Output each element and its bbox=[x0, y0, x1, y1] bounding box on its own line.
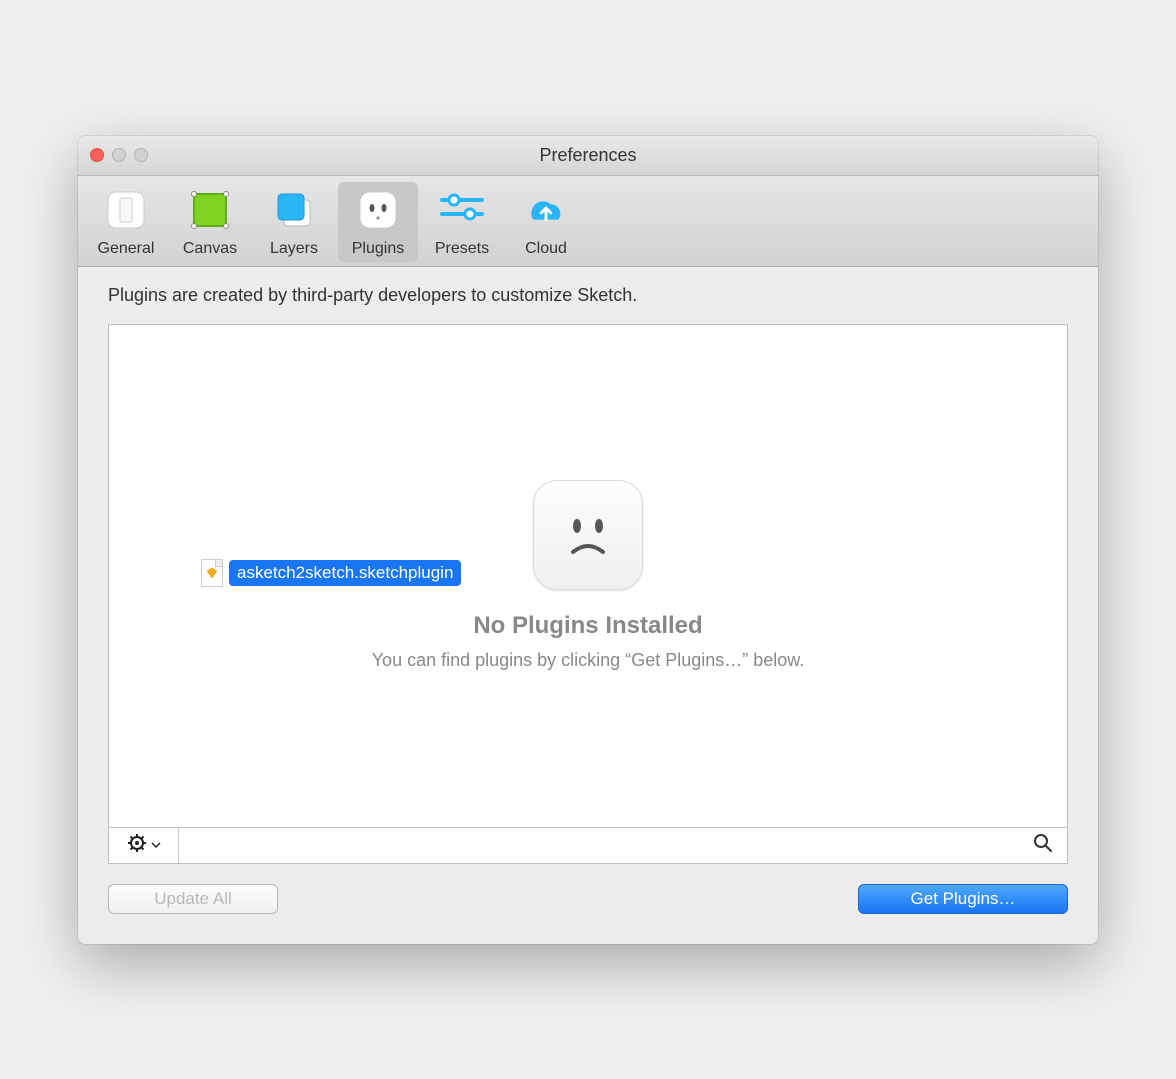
gear-icon bbox=[127, 833, 147, 858]
toolbar-tab-label: Layers bbox=[270, 240, 318, 258]
general-icon bbox=[102, 186, 150, 234]
toolbar-tab-general[interactable]: General bbox=[86, 182, 166, 262]
titlebar: Preferences bbox=[78, 136, 1098, 176]
update-all-button[interactable]: Update All bbox=[108, 884, 278, 914]
sad-plugin-icon bbox=[533, 480, 643, 590]
toolbar-tab-layers[interactable]: Layers bbox=[254, 182, 334, 262]
plugin-search-field[interactable] bbox=[179, 828, 1067, 863]
plugin-actions-menu[interactable] bbox=[109, 828, 179, 863]
toolbar-tab-label: Presets bbox=[435, 240, 489, 258]
plugins-list-container: asketch2sketch.sketchplugin No Plugins I… bbox=[108, 324, 1068, 864]
window-title: Preferences bbox=[539, 145, 636, 166]
plugins-icon bbox=[354, 186, 402, 234]
toolbar-tab-label: Canvas bbox=[183, 240, 237, 258]
toolbar-tab-plugins[interactable]: Plugins bbox=[338, 182, 418, 262]
toolbar-tab-cloud[interactable]: Cloud bbox=[506, 182, 586, 262]
get-plugins-button[interactable]: Get Plugins… bbox=[858, 884, 1068, 914]
toolbar-tab-presets[interactable]: Presets bbox=[422, 182, 502, 262]
footer: Update All Get Plugins… bbox=[108, 864, 1068, 914]
presets-icon bbox=[438, 186, 486, 234]
toolbar-tab-canvas[interactable]: Canvas bbox=[170, 182, 250, 262]
empty-state-title: No Plugins Installed bbox=[473, 612, 702, 640]
minimize-window-button[interactable] bbox=[112, 148, 126, 162]
cloud-icon bbox=[522, 186, 570, 234]
toolbar-tab-label: Plugins bbox=[352, 240, 404, 258]
preferences-toolbar: General Canvas Layers bbox=[78, 176, 1098, 267]
empty-state-subtitle: You can find plugins by clicking “Get Pl… bbox=[372, 650, 805, 671]
toolbar-tab-label: Cloud bbox=[525, 240, 567, 258]
dragged-file[interactable]: asketch2sketch.sketchplugin bbox=[201, 559, 461, 587]
sketch-file-icon bbox=[201, 559, 223, 587]
close-window-button[interactable] bbox=[90, 148, 104, 162]
canvas-icon bbox=[186, 186, 234, 234]
layers-icon bbox=[270, 186, 318, 234]
preferences-window: Preferences General Canva bbox=[78, 136, 1098, 944]
chevron-down-icon bbox=[151, 836, 161, 854]
dragged-file-name: asketch2sketch.sketchplugin bbox=[229, 560, 461, 586]
zoom-window-button[interactable] bbox=[134, 148, 148, 162]
toolbar-tab-label: General bbox=[98, 240, 155, 258]
plugins-description: Plugins are created by third-party devel… bbox=[108, 285, 1068, 306]
search-icon bbox=[1033, 833, 1053, 858]
plugin-list-bottombar bbox=[109, 827, 1067, 863]
traffic-lights bbox=[90, 148, 148, 162]
content-area: Plugins are created by third-party devel… bbox=[78, 267, 1098, 944]
empty-state: asketch2sketch.sketchplugin No Plugins I… bbox=[109, 325, 1067, 827]
